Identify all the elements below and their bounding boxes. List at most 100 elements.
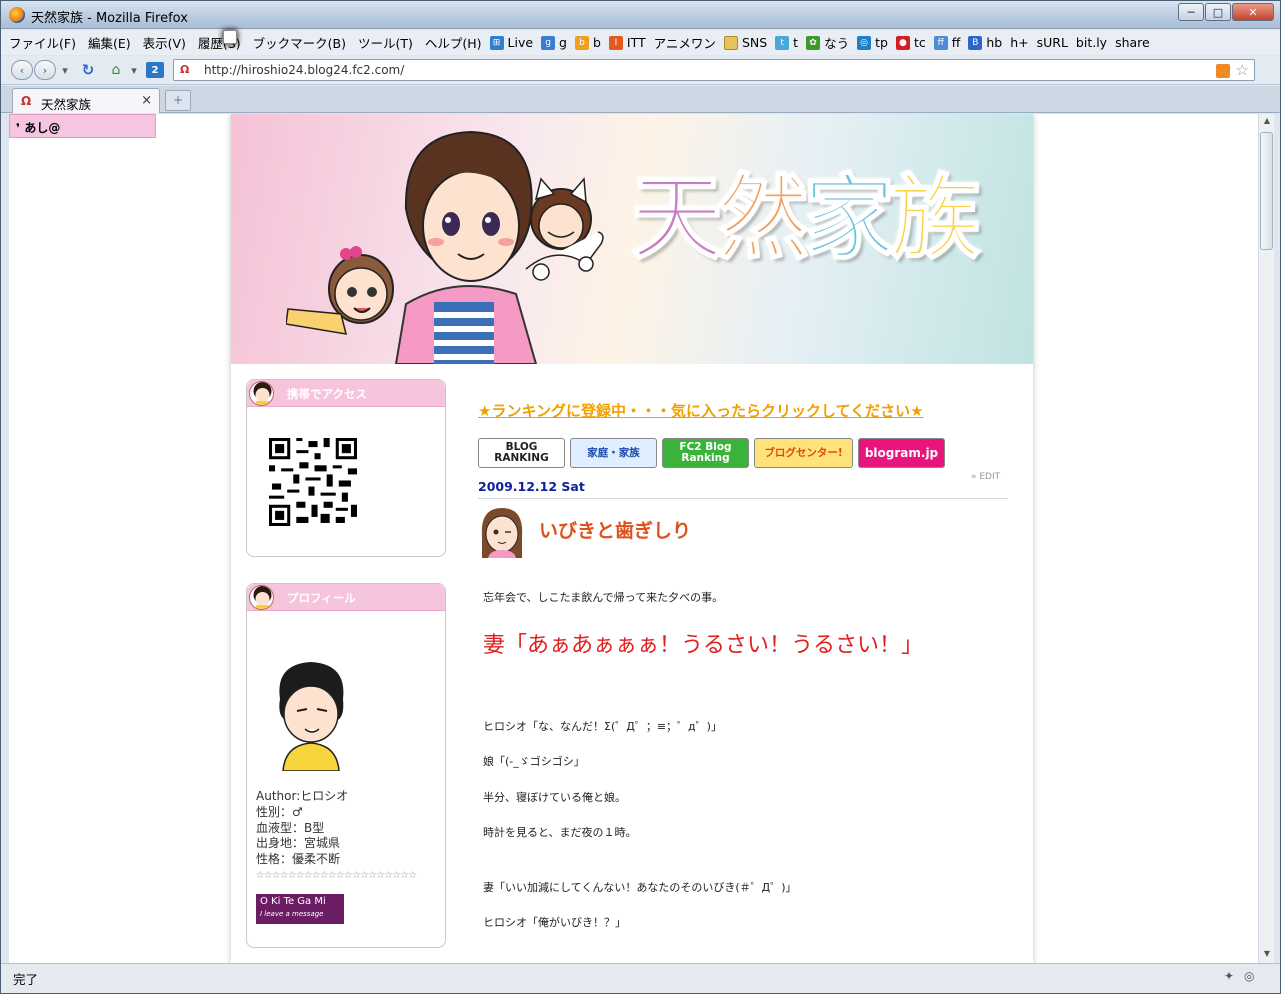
profile-details: Author:ヒロシオ 性別：♂ 血液型：B型 出身地：宮城県 性格：優柔不断 …: [256, 789, 417, 884]
bookmark-label: share: [1115, 35, 1150, 50]
back-button[interactable]: ‹: [11, 60, 33, 80]
divider: [478, 498, 1008, 499]
ashi-widget[interactable]: ❜ あし@: [9, 114, 156, 138]
site-favicon-icon: Ω: [180, 63, 190, 76]
blog-center-banner[interactable]: ブログセンター!: [754, 438, 853, 468]
bookmark-item[interactable]: gg: [541, 35, 567, 50]
tab-active[interactable]: Ω 天然家族 ×: [12, 88, 160, 113]
footprint-icon: ❜: [16, 121, 21, 135]
b-icon: b: [574, 35, 589, 50]
family-category-banner[interactable]: 家庭・家族: [570, 438, 657, 468]
bookmark-item[interactable]: I ITT: [608, 35, 646, 50]
edit-link[interactable]: » EDIT: [971, 472, 1000, 482]
forward-button[interactable]: ›: [34, 60, 56, 80]
friendfeed-icon: ff: [933, 35, 948, 50]
scroll-up-icon[interactable]: ▲: [1261, 116, 1273, 128]
page-viewport: ❜ あし@ 天 然 家 族 携帯でアクセス プロフィール Author:ヒロシオ…: [9, 114, 1258, 963]
logo-char-2: 然: [716, 164, 810, 273]
menu-tools[interactable]: ツール(T): [358, 33, 413, 52]
close-button[interactable]: ✕: [1232, 3, 1274, 21]
menu-file[interactable]: ファイル(F): [9, 33, 76, 52]
tab-close-icon[interactable]: ×: [141, 93, 152, 108]
bookmark-label: tc: [913, 35, 926, 50]
status-text: 完了: [13, 972, 39, 987]
menu-help[interactable]: ヘルプ(H): [425, 33, 482, 52]
vertical-scrollbar[interactable]: ▲ ▼: [1258, 114, 1274, 963]
mobile-access-widget: 携帯でアクセス: [246, 379, 446, 557]
bookmark-item[interactable]: ◎ tp: [857, 35, 888, 50]
tab-label: 天然家族: [41, 97, 92, 112]
title-bar[interactable]: 天然家族 - Mozilla Firefox ─ □ ✕: [1, 1, 1280, 29]
rss-feed-icon[interactable]: [1216, 64, 1230, 78]
blog-header[interactable]: 天 然 家 族: [231, 114, 1033, 364]
menu-edit[interactable]: 編集(E): [88, 33, 131, 52]
menu-bookmarks[interactable]: ブックマーク(B): [253, 33, 346, 52]
bookmark-item[interactable]: ✿ なう: [806, 33, 849, 52]
bookmark-label: sURL: [1036, 35, 1068, 50]
entry-author-avatar: [481, 508, 523, 558]
home-dropdown-icon[interactable]: ▾: [129, 60, 139, 80]
blog-ranking-banner[interactable]: BLOG RANKING: [478, 438, 565, 468]
home-button[interactable]: ⌂: [105, 60, 127, 80]
bookmark-label: ff: [951, 35, 961, 50]
history-dropdown-icon[interactable]: ▾: [59, 60, 71, 80]
entry-paragraph: 妻「いい加減にしてくんない！あなたのそのいびき(＃゜Д゜)」: [483, 881, 797, 894]
bookmark-label: h+: [1010, 35, 1029, 50]
scroll-down-icon[interactable]: ▼: [1261, 949, 1273, 961]
url-bar[interactable]: Ω http://hiroshio24.blog24.fc2.com/ ☆: [173, 59, 1255, 81]
widget-title: プロフィール: [287, 591, 356, 605]
tab-bar: Ω 天然家族 × +: [1, 86, 1280, 113]
bookmark-label: Live: [507, 35, 534, 50]
entry-paragraph: 時計を見ると、まだ夜の１時。: [483, 826, 637, 839]
bookmark-item[interactable]: ● tc: [895, 35, 926, 50]
ashi-label: あし@: [24, 121, 61, 135]
security-status-icon[interactable]: ◎: [1244, 969, 1260, 985]
firefox-icon: [9, 7, 25, 23]
status-bar: 完了 ✦ ◎: [1, 963, 1280, 993]
qr-code[interactable]: [269, 438, 357, 526]
bookmark-item[interactable]: h+: [223, 30, 1029, 50]
bookmarks-toolbar: ⊞ Live g g b b I ITT アニメワン SNS t t ✿ なう ◎ tp ● tc ff ff Bhb h…: [223, 30, 1158, 52]
bookmark-item[interactable]: Bhb: [968, 35, 1002, 50]
entry-paragraph: 半分、寝ぼけている俺と娘。: [483, 791, 626, 804]
bookmark-star-icon[interactable]: ☆: [1236, 61, 1249, 79]
bookmark-item[interactable]: アニメワン: [223, 30, 716, 52]
bookmark-item[interactable]: bb: [574, 35, 601, 50]
bookmark-item[interactable]: ff ff: [933, 35, 961, 50]
avatar-icon: [249, 585, 274, 610]
blog-page: 天 然 家 族 携帯でアクセス プロフィール Author:ヒロシオ 性別：♂ …: [231, 114, 1033, 963]
bookmark-item[interactable]: share: [223, 30, 1150, 50]
new-tab-button[interactable]: +: [165, 90, 191, 111]
reload-button[interactable]: ↻: [77, 60, 99, 80]
bookmark-item[interactable]: ⊞ Live: [489, 35, 534, 50]
minimize-button[interactable]: ─: [1178, 3, 1204, 21]
blogram-banner[interactable]: blogram.jp: [858, 438, 945, 468]
avatar-icon: [249, 381, 274, 406]
profile-gender: 性別：♂: [256, 804, 303, 819]
bookmark-item[interactable]: sURL: [223, 30, 1068, 50]
addon-status-icon[interactable]: ✦: [1224, 969, 1240, 985]
maximize-button[interactable]: □: [1205, 3, 1231, 21]
url-text[interactable]: http://hiroshio24.blog24.fc2.com/: [204, 63, 404, 77]
ranking-link[interactable]: ★ランキングに登録中・・・気に入ったらクリックしてください★: [478, 400, 924, 421]
addon-2-button[interactable]: 2: [146, 62, 164, 78]
bookmark-item[interactable]: bit.ly: [223, 30, 1108, 50]
bookmark-label: hb: [986, 35, 1003, 50]
entry-highlight: 妻「あぁあぁぁぁ！うるさい！うるさい！」: [483, 633, 924, 658]
bookmark-item[interactable]: SNS: [723, 35, 767, 50]
ranking-banners: BLOG RANKING 家庭・家族 FC2 Blog Ranking ブログセ…: [478, 438, 945, 468]
entry-title[interactable]: いびきと歯ぎしり: [539, 516, 691, 543]
bookmark-label: なう: [824, 36, 850, 51]
menu-view[interactable]: 表示(V): [143, 33, 186, 52]
bookmark-item[interactable]: tt: [775, 35, 798, 50]
google-icon: g: [541, 35, 556, 50]
okitegami-button[interactable]: O Ki Te Ga Mi I leave a message: [256, 894, 344, 924]
bookmark-label: bit.ly: [1075, 35, 1108, 50]
entry-paragraph: 娘「(-_ゞゴシゴシ」: [483, 755, 585, 768]
scroll-thumb[interactable]: [1260, 132, 1273, 250]
okitegami-sub: I leave a message: [260, 910, 324, 918]
tab-favicon-icon: Ω: [21, 94, 32, 108]
page-icon: [223, 30, 237, 44]
entry-paragraph: ヒロシオ「俺がいびき！？」: [483, 916, 626, 929]
fc2-ranking-banner[interactable]: FC2 Blog Ranking: [662, 438, 749, 468]
